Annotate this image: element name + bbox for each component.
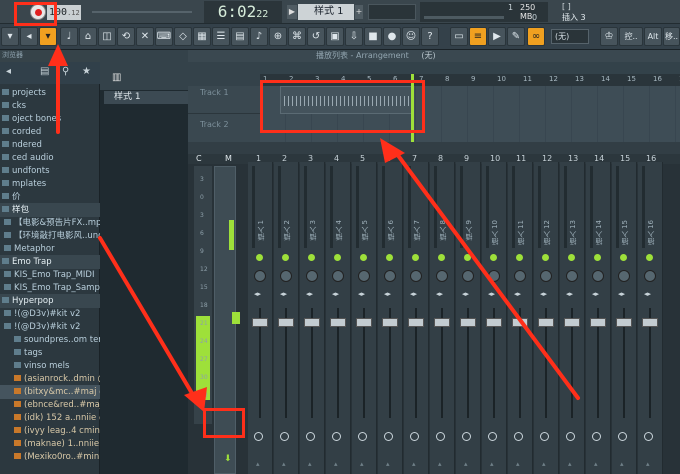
- arrow-clip-shaft: [392, 148, 580, 400]
- annotation-arrows: [48, 44, 580, 412]
- arrow-master-head: [184, 387, 207, 412]
- arrow-master-shaft: [98, 236, 198, 402]
- arrow-record-head: [48, 44, 68, 66]
